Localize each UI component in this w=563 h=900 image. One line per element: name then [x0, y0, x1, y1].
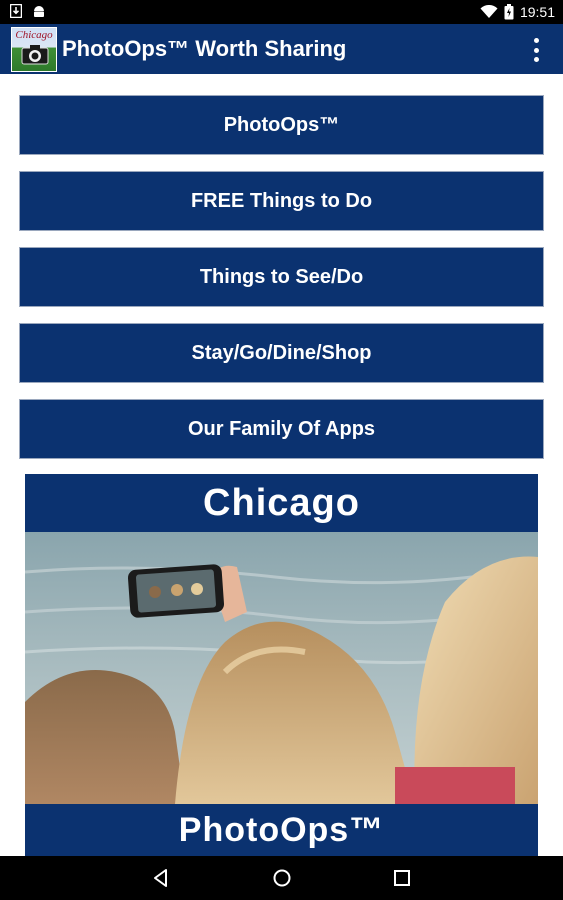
promo-bottom-text: PhotoOps™ — [178, 810, 385, 849]
more-vertical-icon[interactable] — [531, 38, 541, 62]
camera-icon — [21, 45, 49, 65]
family-of-apps-button[interactable]: Our Family Of Apps — [19, 399, 544, 459]
status-bar: 19:51 — [0, 0, 563, 24]
free-things-button[interactable]: FREE Things to Do — [19, 171, 544, 231]
promo-top-text: Chicago — [203, 481, 360, 524]
battery-icon — [504, 4, 514, 20]
android-notification-icon — [34, 6, 44, 17]
navigation-bar — [0, 856, 563, 900]
promo-banner[interactable]: Chicago PhotoOps™ — [25, 474, 538, 856]
wifi-icon — [480, 5, 498, 18]
stay-go-dine-shop-button[interactable]: Stay/Go/Dine/Shop — [19, 323, 544, 383]
things-to-see-button[interactable]: Things to See/Do — [19, 247, 544, 307]
back-icon[interactable] — [149, 866, 173, 890]
status-time: 19:51 — [519, 4, 555, 20]
app-logo[interactable]: Chicago — [11, 27, 57, 72]
recents-icon[interactable] — [390, 866, 414, 890]
notification-icons — [10, 4, 46, 18]
promo-photo — [25, 532, 538, 804]
photoops-button[interactable]: PhotoOps™ — [19, 95, 544, 155]
app-bar: Chicago PhotoOps™ Worth Sharing — [0, 24, 563, 74]
system-icons: 19:51 — [480, 3, 555, 21]
home-icon[interactable] — [270, 866, 294, 890]
app-title: PhotoOps™ Worth Sharing — [62, 36, 347, 61]
download-notification-icon — [10, 4, 22, 18]
logo-text: Chicago — [15, 29, 53, 41]
